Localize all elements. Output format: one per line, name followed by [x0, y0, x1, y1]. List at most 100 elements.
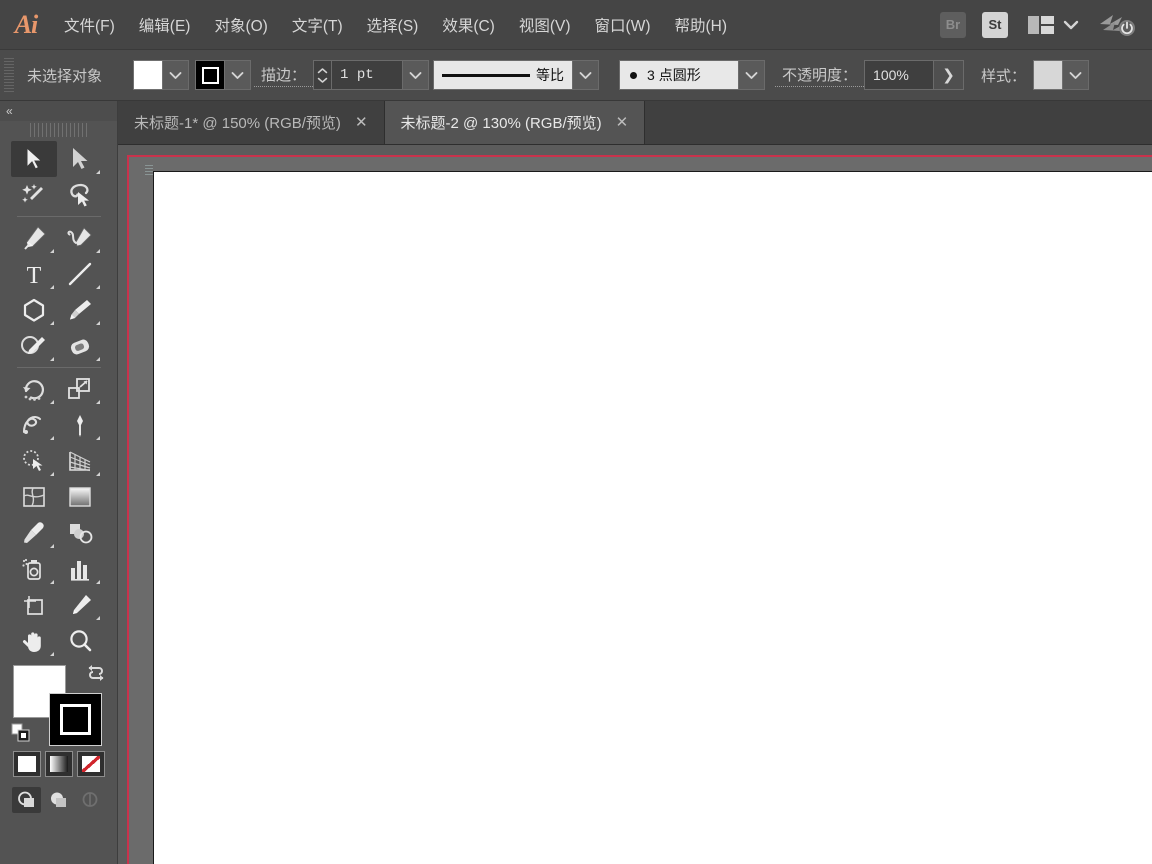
ruler-origin-marker-icon[interactable]: [145, 165, 153, 175]
graphic-style-swatch[interactable]: [1033, 60, 1064, 90]
paintbrush-tool[interactable]: [57, 292, 103, 328]
perspective-grid-tool[interactable]: [57, 443, 103, 479]
menu-help[interactable]: 帮助(H): [662, 0, 739, 49]
power-sync-icon[interactable]: [1096, 10, 1140, 40]
arrange-documents-icon[interactable]: [1026, 14, 1056, 36]
type-tool[interactable]: T: [11, 256, 57, 292]
lasso-tool[interactable]: [57, 177, 103, 213]
tool-more-indicator-icon: [49, 285, 54, 289]
gradient-tool[interactable]: [57, 479, 103, 515]
draw-behind-mode-button[interactable]: [44, 787, 73, 813]
fill-swatch-group[interactable]: [133, 60, 189, 90]
menu-effect[interactable]: 效果(C): [430, 0, 507, 49]
graphic-style-dropdown[interactable]: [1063, 60, 1090, 90]
opacity-group[interactable]: 100% ❯: [864, 60, 965, 90]
stroke-weight-label[interactable]: 描边：: [254, 64, 314, 87]
tool-more-indicator-icon: [95, 436, 100, 440]
fill-gradient-mode-button[interactable]: [44, 751, 73, 777]
stroke-weight-input[interactable]: 1 pt: [331, 60, 404, 90]
tool-grid: T: [10, 141, 107, 659]
polygon-shape-tool[interactable]: [11, 292, 57, 328]
eraser-tool[interactable]: [57, 328, 103, 364]
shaper-pencil-tool[interactable]: [11, 328, 57, 364]
artboard-tool[interactable]: [11, 587, 57, 623]
selection-status-label: 未选择对象: [27, 67, 103, 85]
fill-swatch-dropdown[interactable]: [163, 60, 189, 90]
shape-builder-tool[interactable]: [11, 443, 57, 479]
document-area: 未标题-1* @ 150% (RGB/预览) ✕ 未标题-2 @ 130% (R…: [118, 101, 1152, 864]
brush-definition-selector[interactable]: 3 点圆形: [619, 60, 740, 90]
mesh-tool[interactable]: [11, 479, 57, 515]
chevron-down-icon[interactable]: [1060, 14, 1082, 36]
control-bar-grip[interactable]: [4, 58, 14, 92]
tools-panel-grip[interactable]: [29, 123, 88, 137]
brush-definition-dropdown[interactable]: [739, 60, 766, 90]
stroke-profile-selector[interactable]: 等比: [433, 60, 574, 90]
menu-select[interactable]: 选择(S): [355, 0, 431, 49]
collapse-panel-icon[interactable]: «: [6, 104, 13, 118]
line-segment-tool[interactable]: [57, 256, 103, 292]
fill-none-mode-button[interactable]: [76, 751, 105, 777]
opacity-input[interactable]: 100%: [864, 60, 935, 90]
menu-view[interactable]: 视图(V): [507, 0, 583, 49]
menu-edit[interactable]: 编辑(E): [127, 0, 203, 49]
stock-button[interactable]: St: [982, 11, 1008, 38]
stroke-swatch[interactable]: [195, 60, 225, 90]
style-label: 样式：: [981, 67, 1027, 85]
slice-tool[interactable]: [57, 587, 103, 623]
opacity-label[interactable]: 不透明度：: [775, 64, 865, 87]
brush-preview-icon: [630, 71, 638, 79]
tool-more-indicator-icon: [49, 436, 54, 440]
stroke-weight-dropdown[interactable]: [403, 60, 430, 90]
stroke-profile-group[interactable]: 等比: [433, 60, 600, 90]
fill-color-mode-button[interactable]: [12, 751, 41, 777]
tool-more-indicator-icon: [49, 472, 54, 476]
menu-type[interactable]: 文字(T): [280, 0, 355, 49]
opacity-more-button[interactable]: ❯: [934, 60, 965, 90]
toolbar-stroke-swatch[interactable]: [48, 693, 102, 746]
curvature-pen-tool[interactable]: [57, 220, 103, 256]
draw-inside-mode-button[interactable]: [76, 787, 105, 813]
menu-file[interactable]: 文件(F): [52, 0, 127, 49]
eyedropper-tool[interactable]: [11, 515, 57, 551]
blend-tool[interactable]: [57, 515, 103, 551]
stroke-swatch-dropdown[interactable]: [225, 60, 251, 90]
swap-fill-stroke-icon[interactable]: [85, 663, 107, 683]
puppet-warp-tool[interactable]: [57, 407, 103, 443]
magic-wand-tool[interactable]: [11, 177, 57, 213]
rotate-tool[interactable]: [11, 371, 57, 407]
symbol-sprayer-tool[interactable]: [11, 551, 57, 587]
brush-definition-label: 3 点圆形: [647, 67, 701, 83]
selection-tool[interactable]: [10, 141, 57, 177]
tool-more-indicator-icon: [95, 170, 100, 174]
artboard[interactable]: [153, 171, 1152, 864]
fill-swatch[interactable]: [133, 60, 163, 90]
document-tab-1-close-icon[interactable]: ✕: [355, 115, 368, 130]
graphic-style-group[interactable]: [1033, 60, 1090, 90]
draw-normal-mode-button[interactable]: [12, 787, 41, 813]
width-warp-tool[interactable]: [11, 407, 57, 443]
tool-more-indicator-icon: [95, 580, 100, 584]
menu-object[interactable]: 对象(O): [202, 0, 279, 49]
canvas-viewport[interactable]: [118, 145, 1152, 864]
zoom-tool[interactable]: [57, 623, 103, 659]
bridge-button[interactable]: Br: [940, 11, 966, 38]
default-fill-stroke-icon[interactable]: [11, 723, 31, 743]
document-tab-1[interactable]: 未标题-1* @ 150% (RGB/预览) ✕: [118, 101, 385, 144]
tool-more-indicator-icon: [95, 249, 100, 253]
app-logo-icon: Ai: [14, 9, 39, 39]
document-tab-2-close-icon[interactable]: ✕: [616, 115, 629, 130]
scale-reflect-tool[interactable]: [57, 371, 103, 407]
document-window-frame: [127, 155, 1152, 864]
column-graph-tool[interactable]: [57, 551, 103, 587]
pen-tool[interactable]: [11, 220, 57, 256]
brush-definition-group[interactable]: 3 点圆形: [619, 60, 766, 90]
hand-tool[interactable]: [11, 623, 57, 659]
stroke-swatch-group[interactable]: [195, 60, 251, 90]
menu-window[interactable]: 窗口(W): [583, 0, 663, 49]
stroke-profile-dropdown[interactable]: [573, 60, 600, 90]
stroke-weight-field-group[interactable]: 1 pt: [313, 60, 430, 90]
document-tab-2[interactable]: 未标题-2 @ 130% (RGB/预览) ✕: [384, 101, 646, 144]
direct-selection-tool[interactable]: [57, 141, 103, 177]
stroke-weight-stepper[interactable]: [313, 60, 332, 90]
